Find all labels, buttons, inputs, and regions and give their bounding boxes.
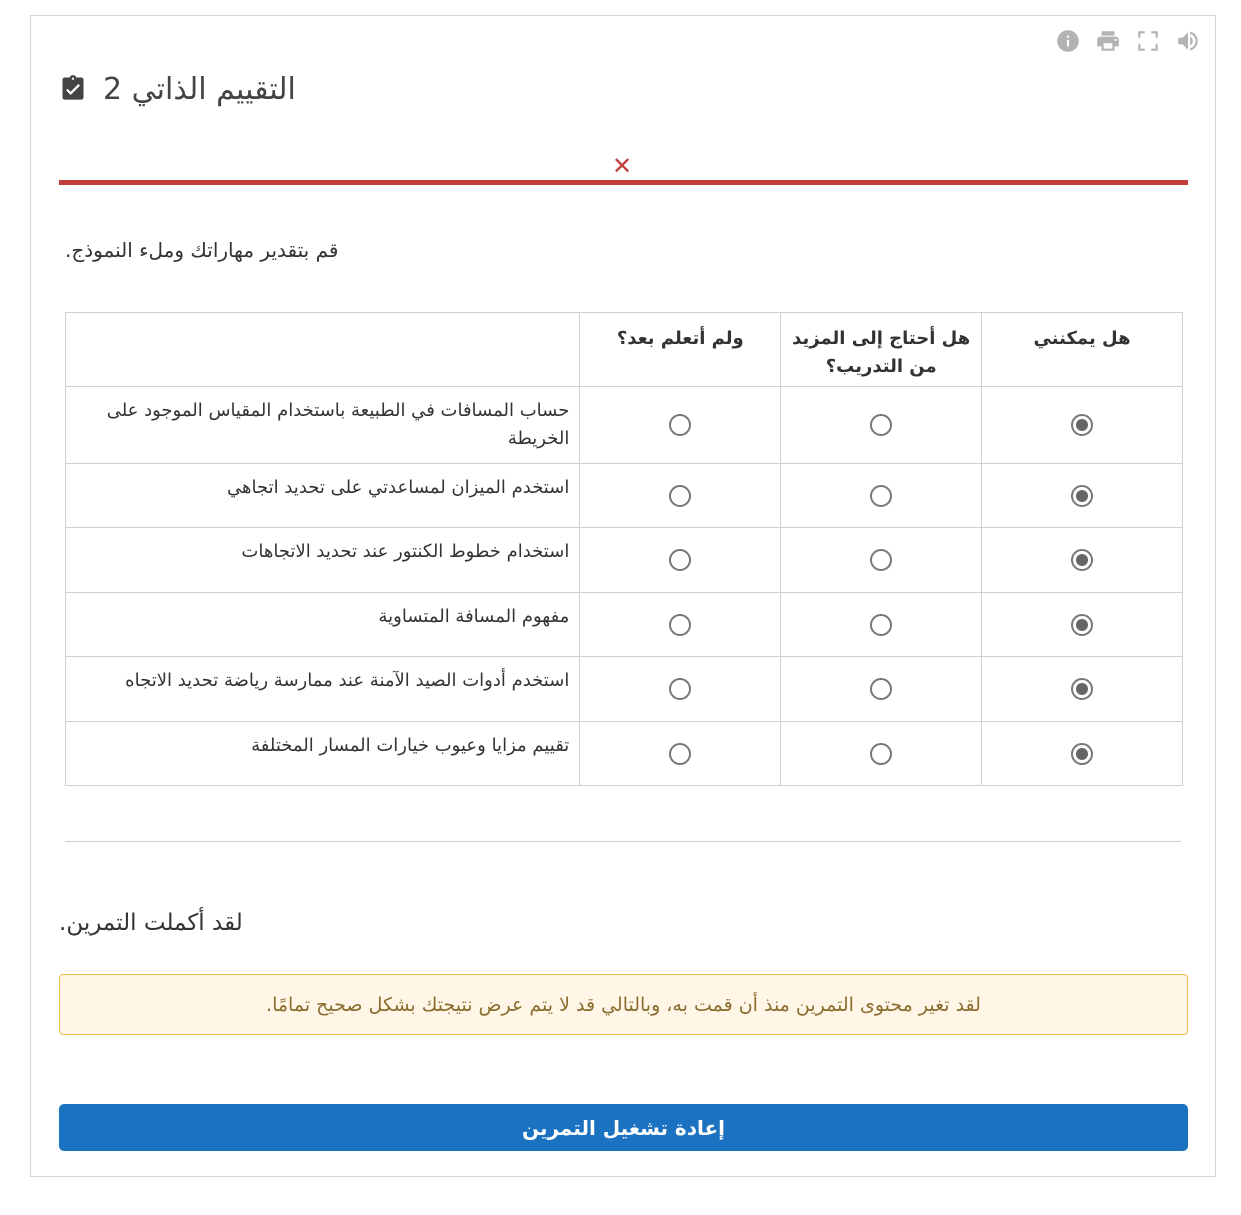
radio-can[interactable] [1071,549,1094,571]
exercise-container: التقييم الذاتي 2 ✕ .قم بتقدير مهاراتك وم… [30,15,1216,1177]
row-statement: تقييم مزايا وعيوب خيارات المسار المختلفة [64,721,581,786]
option-cell-can [981,592,1183,657]
option-cell-can [981,656,1183,722]
row-statement: استخدام خطوط الكنتور عند تحديد الاتجاهات [64,527,581,593]
radio-need-more[interactable] [870,678,893,700]
option-cell-can [981,386,1183,464]
radio-not-yet[interactable] [669,613,692,636]
option-cell-can [981,463,1183,528]
table-body: حساب المسافات في الطبيعة باستخدام المقيا… [64,386,1183,786]
header: التقييم الذاتي 2 [59,72,296,107]
self-assessment-table: هل يمكنني هل أحتاج إلى المزيد من التدريب… [64,312,1183,786]
col-header-need-more: هل أحتاج إلى المزيد من التدريب؟ [780,312,983,387]
option-cell-not-yet [579,527,782,593]
radio-need-more[interactable] [870,742,893,765]
option-cell-need-more [780,592,983,657]
fullscreen-icon[interactable] [1135,28,1161,54]
row-statement: استخدم الميزان لمساعدتي على تحديد اتجاهي [64,463,581,528]
col-header-statement [64,312,581,387]
completion-message: .لقد أكملت التمرين [59,910,243,936]
radio-need-more[interactable] [870,484,893,507]
radio-not-yet[interactable] [669,678,692,700]
warning-alert: .لقد تغير محتوى التمرين منذ أن قمت به، و… [59,974,1188,1035]
toolbar [1055,28,1201,54]
table-row: استخدم أدوات الصيد الآمنة عند ممارسة ريا… [64,656,1183,722]
option-cell-not-yet [579,463,782,528]
option-cell-not-yet [579,721,782,786]
radio-not-yet[interactable] [669,742,692,765]
progress-bar [59,180,1188,185]
retry-button[interactable]: إعادة تشغيل التمرين [59,1104,1188,1151]
incorrect-mark: ✕ [612,152,633,180]
table-row: استخدام خطوط الكنتور عند تحديد الاتجاهات [64,527,1183,593]
print-icon[interactable] [1095,28,1121,54]
row-statement: حساب المسافات في الطبيعة باستخدام المقيا… [64,386,581,464]
table-row: مفهوم المسافة المتساوية [64,592,1183,657]
col-header-can: هل يمكنني [981,312,1183,387]
option-cell-can [981,721,1183,786]
radio-can[interactable] [1071,742,1094,765]
option-cell-need-more [780,386,983,464]
row-statement: مفهوم المسافة المتساوية [64,592,581,657]
row-statement: استخدم أدوات الصيد الآمنة عند ممارسة ريا… [64,656,581,722]
radio-not-yet[interactable] [669,484,692,507]
table-header-row: هل يمكنني هل أحتاج إلى المزيد من التدريب… [64,312,1183,387]
option-cell-need-more [780,527,983,593]
radio-need-more[interactable] [870,613,893,636]
option-cell-need-more [780,463,983,528]
option-cell-need-more [780,721,983,786]
radio-not-yet[interactable] [669,414,692,436]
option-cell-can [981,527,1183,593]
col-header-not-yet: ولم أتعلم بعد؟ [579,312,782,387]
radio-can[interactable] [1071,484,1094,507]
option-cell-need-more [780,656,983,722]
radio-can[interactable] [1071,678,1094,700]
info-icon[interactable] [1055,28,1081,54]
radio-need-more[interactable] [870,414,893,436]
volume-icon[interactable] [1175,28,1201,54]
option-cell-not-yet [579,592,782,657]
table-row: حساب المسافات في الطبيعة باستخدام المقيا… [64,386,1183,464]
radio-not-yet[interactable] [669,549,692,571]
divider [65,841,1181,842]
radio-can[interactable] [1071,613,1094,636]
radio-can[interactable] [1071,414,1094,436]
clipboard-check-icon [59,73,87,107]
option-cell-not-yet [579,386,782,464]
table-row: استخدم الميزان لمساعدتي على تحديد اتجاهي [64,463,1183,528]
option-cell-not-yet [579,656,782,722]
instructions: .قم بتقدير مهاراتك وملء النموذج [65,238,339,262]
table-row: تقييم مزايا وعيوب خيارات المسار المختلفة [64,721,1183,786]
radio-need-more[interactable] [870,549,893,571]
page-title: التقييم الذاتي 2 [103,72,296,107]
